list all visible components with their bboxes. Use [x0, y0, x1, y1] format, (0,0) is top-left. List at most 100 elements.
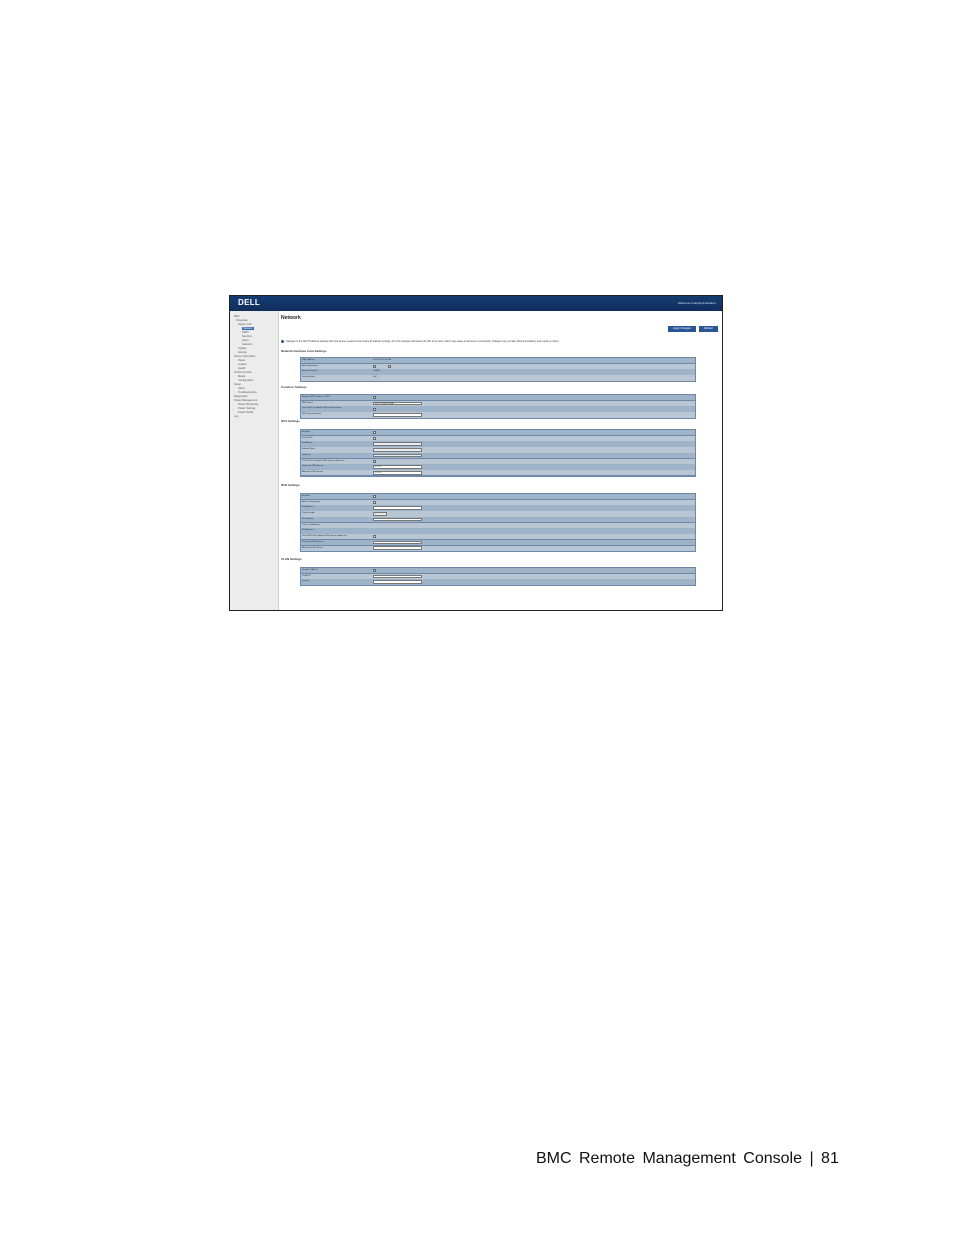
row-checkbox[interactable] [373, 495, 376, 499]
table-row: DNS Domain Name [301, 412, 695, 418]
table-row: Register BMC Name to DNS [301, 395, 695, 401]
table-row: IP Address 1 [301, 505, 695, 511]
table-row: Auto Configuration [301, 499, 695, 506]
dns-domain-input[interactable] [373, 413, 422, 417]
row-checkbox[interactable] [373, 501, 376, 505]
info-icon [281, 340, 284, 343]
row-label: Priority [302, 580, 309, 583]
row-checkbox[interactable] [373, 535, 376, 539]
sidebar-item[interactable]: Diagnostics [234, 395, 247, 398]
ipv6-gateway-input[interactable] [373, 517, 422, 522]
sidebar-item[interactable]: Power Management [234, 399, 257, 402]
row-label: IP Gateway [302, 517, 314, 520]
sidebar-item[interactable]: Server Information [234, 355, 255, 358]
row-label: IP Address [302, 442, 313, 445]
sidebar-item[interactable]: Power [238, 359, 245, 362]
row-label: Use DHCP to obtain DNS Server addresses [302, 459, 345, 462]
row-label: Prefix Length [302, 512, 315, 515]
bmc-name-input[interactable]: BMC-0025907F9FA6 [373, 401, 422, 406]
row-value: 00:25:90:7F:9F:A6 [373, 359, 392, 361]
sidebar-item[interactable]: Media [238, 375, 245, 378]
table-row: Priority [301, 579, 695, 585]
ipv6-address-input[interactable] [373, 506, 422, 510]
prefix-length-input[interactable]: 64 [373, 512, 387, 516]
row-value[interactable]: Full [373, 375, 377, 380]
sidebar-item[interactable]: Properties [236, 319, 248, 322]
sidebar-item[interactable]: Virtual Console [234, 371, 252, 374]
sidebar-item[interactable]: System Info [238, 323, 252, 326]
sidebar-item[interactable]: Power Monitoring [238, 403, 258, 406]
row-checkbox[interactable] [373, 431, 376, 435]
row-label: Subnet Mask [302, 448, 315, 451]
subnet-mask-input[interactable] [373, 448, 422, 452]
table-row: Subnet Mask [301, 447, 695, 453]
table-row: BMC Name BMC-0025907F9FA6 [301, 400, 695, 407]
on-radio[interactable] [373, 365, 376, 369]
row-checkbox[interactable] [373, 569, 376, 573]
row-label: Enabled [302, 431, 311, 433]
row-label: MAC Address [302, 359, 316, 361]
sidebar-item[interactable]: Troubleshooting [238, 391, 257, 394]
row-checkbox[interactable] [373, 437, 376, 441]
row-label: Use DHCPv6 to obtain DNS Server addresse… [302, 535, 347, 538]
preferred-dns-input[interactable]: 0.0.0.0 [373, 465, 422, 469]
sidebar-item[interactable]: SMTP [242, 331, 249, 334]
row-checkbox[interactable] [373, 396, 376, 400]
row-checkbox[interactable] [373, 459, 376, 463]
sidebar-item[interactable]: Setup [234, 383, 241, 386]
row-checkbox[interactable] [373, 407, 376, 411]
sidebar-item[interactable]: Update [238, 347, 246, 350]
table-row: Use DHCP to obtain DNS Server addresses [301, 458, 695, 464]
sidebar-item-selected[interactable]: Network [242, 327, 254, 330]
vlan-id-input[interactable] [373, 574, 422, 579]
sidebar-item[interactable]: Log [234, 415, 238, 418]
table-row: Gateway [301, 452, 695, 459]
sidebar-item[interactable]: License [238, 351, 247, 354]
row-label: Preferred DNS Server [302, 465, 324, 468]
row-label: Enabled [302, 495, 311, 497]
off-radio[interactable] [388, 365, 391, 369]
ipv6-settings-table: Enabled Auto Configuration IP Address 1 … [300, 493, 696, 553]
table-row: MAC Address 00:25:90:7F:9F:A6 [301, 358, 695, 364]
sidebar-item[interactable]: Health [238, 367, 246, 370]
page-title: Network [281, 315, 301, 321]
section-title: Common Settings [281, 385, 307, 389]
row-label: Auto Negotiation [302, 364, 319, 367]
sidebar-item[interactable]: Power Settings [238, 407, 255, 410]
row-label: Use DHCP to obtain DNS Domain Name [302, 407, 342, 410]
refresh-button[interactable]: Refresh [699, 326, 718, 332]
table-row: Use DHCP [301, 435, 695, 442]
table-row: Network Speed 100Mb [301, 369, 695, 375]
top-banner: DELL Welcome root(Administrator) [230, 296, 722, 311]
section-title: Network Interface Card Settings [281, 349, 327, 353]
sidebar-item[interactable]: Users [242, 339, 249, 342]
sidebar-item[interactable]: Sessions [242, 343, 253, 346]
row-label: IP Address 2 [302, 529, 315, 532]
info-note-text: Changes to the NIC IP address settings w… [286, 340, 560, 344]
sidebar-item[interactable]: Locator [238, 363, 247, 366]
sidebar-item[interactable]: Configuration [238, 379, 253, 382]
priority-input[interactable] [373, 580, 422, 584]
sidebar-item[interactable]: BMC [234, 315, 240, 318]
table-row: IP Gateway [301, 516, 695, 523]
ip-address-input[interactable] [373, 442, 422, 446]
table-row: Alternate DNS Server 0.0.0.0 [301, 470, 695, 476]
sidebar-item[interactable]: Alerts [238, 387, 245, 390]
apply-changes-button[interactable]: Apply Changes [668, 326, 696, 332]
section-title: IPv4 Settings [281, 419, 300, 423]
dell-logo: DELL [238, 298, 261, 307]
row-label: Gateway [302, 453, 311, 456]
row-label: BMC Name [302, 401, 314, 404]
welcome-text: Welcome root(Administrator) [677, 301, 716, 305]
gateway-input[interactable] [373, 453, 422, 458]
row-value[interactable]: 100Mb [373, 369, 380, 374]
ipv6-preferred-dns-input[interactable] [373, 540, 422, 545]
sidebar-item[interactable]: Power Profile [238, 411, 253, 414]
alternate-dns-input[interactable]: 0.0.0.0 [373, 470, 422, 475]
ipv6-alternate-dns-input[interactable] [373, 546, 422, 550]
sidebar-item[interactable]: Services [242, 335, 252, 338]
row-label: VLAN ID [302, 574, 311, 577]
row-label: Use DHCP [302, 436, 313, 439]
row-label: Auto Configuration [302, 500, 321, 503]
main-content: Network Apply Changes Refresh Changes to… [281, 311, 722, 610]
